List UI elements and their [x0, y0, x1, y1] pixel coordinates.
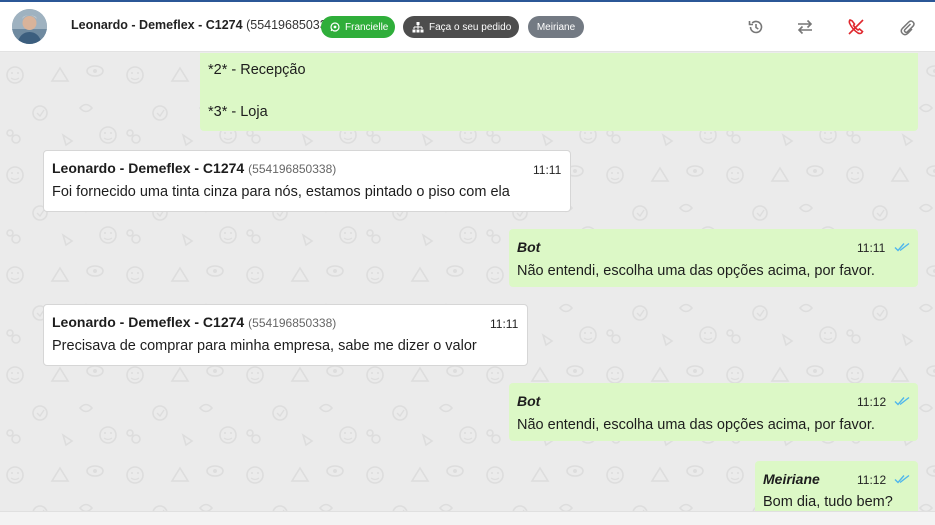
message-text: *3* - Loja: [208, 104, 268, 120]
whatsapp-icon: [330, 22, 340, 32]
message-sender: Meiriane: [763, 471, 820, 487]
contact-avatar[interactable]: [12, 9, 47, 44]
sender-phone: (554196850338): [248, 316, 337, 330]
chat-area[interactable]: *2* - Recepção *3* - Loja Leonardo - Dem…: [0, 53, 935, 511]
message-time: 11:11: [533, 163, 562, 177]
tag-label: Francielle: [345, 21, 389, 33]
message-bubble-outgoing: Bot 11:12 Não entendi, escolha uma das o…: [509, 383, 918, 441]
transfer-icon: [797, 19, 813, 35]
sender-phone: (554196850338): [248, 162, 337, 176]
message-time: 11:11: [857, 241, 886, 255]
hangup-icon: [848, 19, 864, 35]
transfer-button[interactable]: [794, 16, 816, 38]
message-text: Não entendi, escolha uma das opções acim…: [517, 263, 875, 279]
sender-name: Leonardo - Demeflex - C1274: [52, 314, 245, 330]
history-icon: [748, 20, 763, 34]
message-time: 11:11: [490, 317, 519, 331]
message-sender: Bot: [517, 239, 541, 255]
hangup-button[interactable]: [845, 16, 867, 38]
message-bubble-outgoing: *2* - Recepção *3* - Loja: [200, 53, 918, 131]
message-bubble-incoming: Leonardo - Demeflex - C1274 (554196850338…: [43, 150, 571, 212]
sender-name: Leonardo - Demeflex - C1274: [52, 160, 245, 176]
message-sender: Bot: [517, 393, 541, 409]
contact-title: Leonardo - Demeflex - C1274 (55419685033…: [71, 18, 338, 32]
tag-faca-o-seu-pedido[interactable]: Faça o seu pedido: [403, 16, 519, 38]
message-bubble-outgoing: Bot 11:11 Não entendi, escolha uma das o…: [509, 229, 918, 287]
attachment-button[interactable]: [896, 16, 918, 38]
message-text: Não entendi, escolha uma das opções acim…: [517, 417, 875, 433]
message-text: Foi fornecido uma tinta cinza para nós, …: [52, 184, 510, 200]
read-receipt-icon: [894, 474, 910, 484]
contact-name: Leonardo - Demeflex - C1274: [71, 18, 243, 32]
tag-francielle[interactable]: Francielle: [321, 16, 395, 38]
message-bubble-outgoing: Meiriane 11:12 Bom dia, tudo bem?: [755, 461, 918, 511]
message-text: Precisava de comprar para minha empresa,…: [52, 338, 477, 354]
message-text: *2* - Recepção: [208, 62, 306, 78]
read-receipt-icon: [894, 396, 910, 406]
message-sender: Leonardo - Demeflex - C1274 (554196850338…: [52, 160, 336, 176]
message-sender: Leonardo - Demeflex - C1274 (554196850338…: [52, 314, 336, 330]
read-receipt-icon: [894, 242, 910, 252]
message-time: 11:12: [857, 473, 887, 487]
sitemap-icon: [412, 21, 424, 33]
history-button[interactable]: [745, 16, 767, 38]
chat-header: Leonardo - Demeflex - C1274 (55419685033…: [0, 2, 935, 52]
message-text: Bom dia, tudo bem?: [763, 494, 893, 510]
tag-label: Faça o seu pedido: [429, 21, 512, 33]
attachment-icon: [900, 20, 915, 36]
message-bubble-incoming: Leonardo - Demeflex - C1274 (554196850338…: [43, 304, 528, 366]
composer-bar[interactable]: [0, 511, 935, 525]
message-time: 11:12: [857, 395, 887, 409]
tag-meiriane[interactable]: Meiriane: [528, 16, 584, 38]
tag-label: Meiriane: [536, 21, 576, 33]
